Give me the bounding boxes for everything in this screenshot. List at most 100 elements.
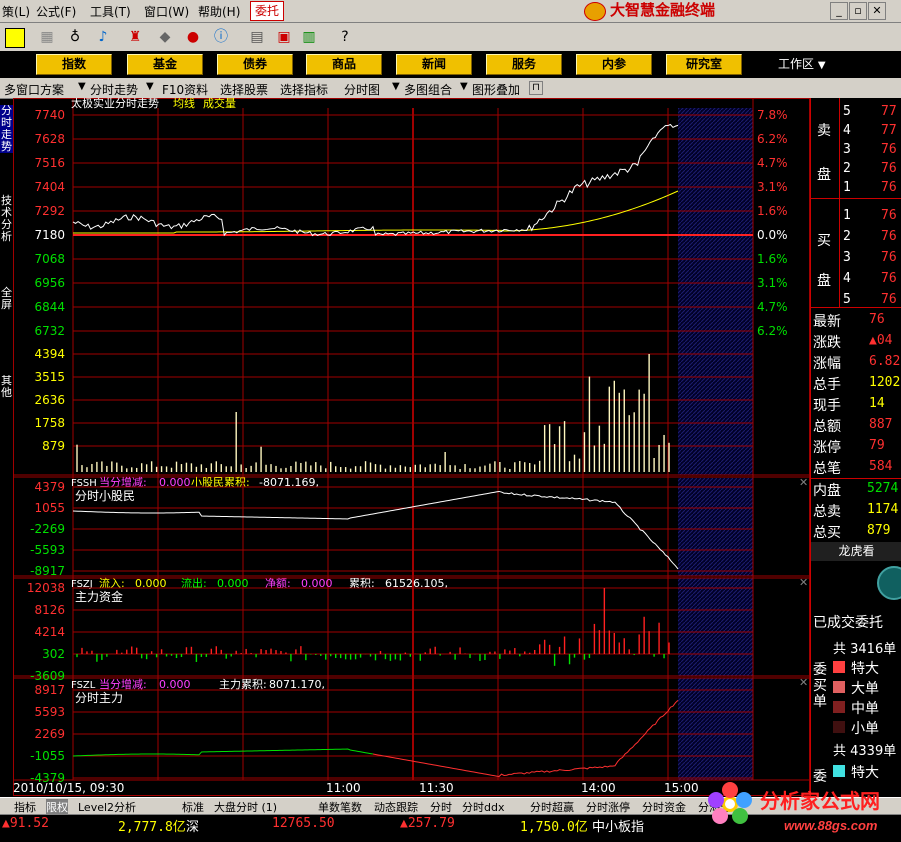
bottom-tab[interactable]: 指标	[14, 799, 36, 815]
price-tick-label: 6956	[34, 276, 65, 290]
menu-strategy[interactable]: 策(L)	[2, 3, 30, 20]
sell-price[interactable]: 76	[881, 142, 897, 157]
sell-price[interactable]: 77	[881, 123, 897, 138]
chevron-down-icon[interactable]: ▼	[392, 81, 400, 92]
menu-trade-button[interactable]: 委托	[250, 1, 284, 21]
buy-level: 3	[843, 250, 851, 265]
price-tick-label: 7180	[34, 228, 65, 242]
watermark-url: www.88gs.com	[784, 818, 878, 833]
brand-logo-icon	[584, 2, 606, 21]
binoculars-icon[interactable]: ♁	[66, 28, 84, 46]
cat-fund-button[interactable]: 基金	[127, 54, 203, 75]
side-tab-intraday[interactable]: 分时走势	[0, 105, 13, 153]
stat-label: 总笔	[813, 461, 841, 477]
lock-icon[interactable]: ⊓	[529, 81, 543, 95]
buy-price[interactable]: 76	[881, 250, 897, 265]
cat-research-button[interactable]: 研究室	[666, 54, 742, 75]
bottom-tab[interactable]: 大盘分时 (1)	[214, 799, 277, 815]
pct-tick-label: 6.2%	[757, 132, 788, 146]
bottom-tab[interactable]: 单数笔数	[318, 799, 362, 815]
status-index-change: ▲91.52	[2, 816, 49, 831]
bottom-tab[interactable]: 分时	[430, 799, 452, 815]
bottom-tab[interactable]: 分时超赢	[530, 799, 574, 815]
menu-formula[interactable]: 公式(F)	[36, 3, 76, 20]
bottom-tab[interactable]: 分时资金	[642, 799, 686, 815]
overlay-chart[interactable]: 图形叠加	[472, 81, 520, 98]
legend-swatch	[833, 681, 845, 693]
quote-icon[interactable]	[5, 28, 25, 48]
legend-label: 小单	[851, 721, 879, 737]
print-icon[interactable]: ▤	[248, 28, 266, 46]
select-indicator[interactable]: 选择指标	[280, 81, 328, 98]
intraday-trend[interactable]: 分时走势	[90, 81, 138, 98]
quote-panel: 卖盘买盘 5 77 4 77 3 76 2 76 1 76 1 76 2 76 3 76 4 76 5 76 最新 76 涨跌…	[810, 98, 901, 796]
multi-window-plan[interactable]: 多窗口方案	[4, 81, 64, 98]
legend-label: 中单	[851, 701, 879, 717]
menu-tools[interactable]: 工具(T)	[90, 3, 131, 20]
bottom-tab[interactable]: 分时ddx	[462, 799, 504, 815]
panel-divider	[839, 98, 840, 307]
side-tab-fullscreen[interactable]: 全屏	[0, 287, 13, 311]
chevron-down-icon[interactable]: ▼	[146, 81, 154, 92]
side-tab-other[interactable]: 其他	[0, 375, 13, 399]
bottom-tab[interactable]: 分时涨停	[586, 799, 630, 815]
workarea-dropdown[interactable]: 工作区 ▼	[778, 55, 826, 72]
cat-insider-button[interactable]: 内参	[576, 54, 652, 75]
diamond-icon[interactable]: ◆	[156, 28, 174, 46]
price-tick-label: 7292	[34, 204, 65, 218]
cat-bond-button[interactable]: 债券	[217, 54, 293, 75]
cat-service-button[interactable]: 服务	[486, 54, 562, 75]
sell-price[interactable]: 76	[881, 180, 897, 195]
side-tab-technical[interactable]: 技术分析	[0, 195, 13, 243]
panel-close-icon[interactable]: ✕	[799, 676, 808, 689]
buy-level: 1	[843, 208, 851, 223]
intraday-chart[interactable]: 分时图	[344, 81, 380, 98]
fssh-tick-label: -2269	[30, 522, 65, 536]
chevron-down-icon[interactable]: ▼	[78, 81, 86, 92]
fszl-tick-label: 5593	[34, 705, 65, 719]
bottom-tab[interactable]: 标准	[182, 799, 204, 815]
f10-info[interactable]: F10资料	[162, 81, 208, 98]
bottom-tab[interactable]: 动态跟踪	[374, 799, 418, 815]
window-icon[interactable]: ▣	[275, 28, 293, 46]
circle-icon[interactable]: ●	[184, 28, 202, 46]
buy-price[interactable]: 76	[881, 229, 897, 244]
pct-tick-label: 4.7%	[757, 156, 788, 170]
bell-icon[interactable]: ♪	[94, 28, 112, 46]
chart-icon[interactable]: ♜	[126, 28, 144, 46]
price-tick-label: 7404	[34, 180, 65, 194]
price-tick-label: 7740	[34, 108, 65, 122]
menu-window[interactable]: 窗口(W)	[144, 3, 189, 20]
fszj-tick-label: 12038	[27, 581, 65, 595]
sell-price[interactable]: 76	[881, 161, 897, 176]
panel-close-icon[interactable]: ✕	[799, 476, 808, 489]
info-icon[interactable]: ⓘ	[212, 28, 230, 46]
time-axis-label: 11:30	[419, 781, 454, 795]
chevron-down-icon[interactable]: ▼	[460, 81, 468, 92]
close-icon[interactable]: ✕	[868, 2, 886, 20]
intraday-chart-area[interactable]: 7740 7628 7516 7404 7292 7180 7068 6956 6844 6732…	[13, 98, 810, 796]
workarea-label: 工作区	[778, 57, 815, 71]
books-icon[interactable]: ▥	[300, 28, 318, 46]
multi-chart-combo[interactable]: 多图组合	[404, 81, 452, 98]
cat-index-button[interactable]: 指数	[36, 54, 112, 75]
bottom-tab[interactable]: 限权	[46, 799, 68, 815]
cat-news-button[interactable]: 新闻	[396, 54, 472, 75]
sell-price[interactable]: 77	[881, 104, 897, 119]
menu-help[interactable]: 帮助(H)	[198, 3, 240, 20]
buy-price[interactable]: 76	[881, 292, 897, 307]
grid-icon[interactable]: ▦	[38, 28, 56, 46]
help-pointer-icon[interactable]: ?	[336, 28, 354, 46]
minimize-icon[interactable]: _	[830, 2, 848, 20]
bottom-tab[interactable]: Level2分析	[78, 799, 136, 815]
cat-commodity-button[interactable]: 商品	[306, 54, 382, 75]
stat2-label: 内盘	[813, 483, 841, 499]
panel-close-icon[interactable]: ✕	[799, 576, 808, 589]
buy-price[interactable]: 76	[881, 271, 897, 286]
buy-price[interactable]: 76	[881, 208, 897, 223]
fszl-key1: 当分增减:	[99, 677, 147, 691]
select-stock[interactable]: 选择股票	[220, 81, 268, 98]
fszj-tick-label: -3609	[30, 669, 65, 683]
dragon-tab[interactable]: 龙虎看	[811, 542, 901, 561]
restore-icon[interactable]: ▫	[849, 2, 867, 20]
